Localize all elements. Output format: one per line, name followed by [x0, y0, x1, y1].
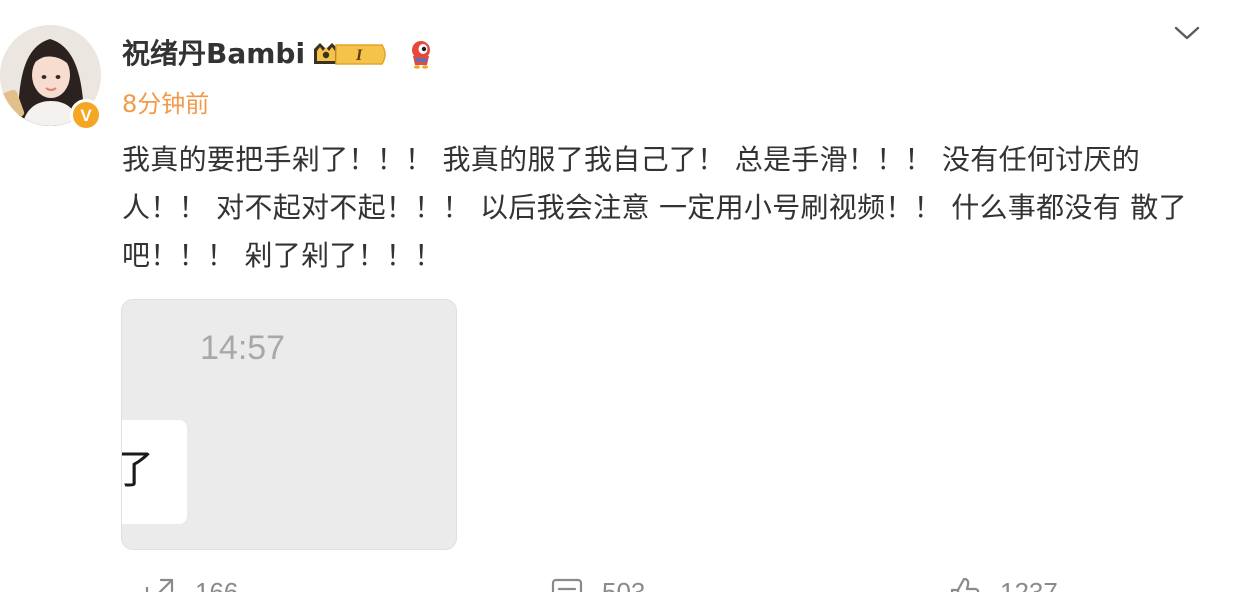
crown-vip-icon[interactable]: I: [312, 39, 390, 69]
comment-button[interactable]: 503: [550, 572, 645, 592]
vip-level: I: [355, 47, 363, 64]
image-chat-bubble: 了: [122, 420, 187, 524]
post-text: 我真的要把手剁了！！！ 我真的服了我自己了！ 总是手滑！！！ 没有任何讨厌的人！…: [122, 143, 1187, 272]
thumbs-up-icon: [950, 577, 980, 592]
post-image[interactable]: 14:57 了: [121, 299, 457, 550]
repost-count: 166: [195, 577, 239, 592]
verified-mark: V: [80, 105, 92, 125]
comment-count: 503: [602, 577, 646, 592]
username[interactable]: 祝绪丹Bambi: [122, 36, 305, 72]
weibo-post: V 祝绪丹Bambi I 8分钟前 我真的要把手剁了！！！ 我真的服了我自己了！…: [0, 0, 1250, 592]
chevron-down-icon[interactable]: [1172, 20, 1202, 46]
image-bubble-text: 了: [122, 446, 154, 494]
post-timestamp[interactable]: 8分钟前: [122, 88, 209, 120]
image-time-text: 14:57: [200, 329, 286, 367]
like-button[interactable]: 1237: [948, 572, 1058, 592]
share-arrow-icon: [145, 578, 174, 592]
repost-button[interactable]: 166: [143, 572, 238, 592]
comment-icon: [551, 578, 583, 592]
like-count: 1237: [1000, 577, 1058, 592]
verified-badge: V: [70, 99, 102, 131]
mascot-icon[interactable]: [406, 38, 436, 70]
